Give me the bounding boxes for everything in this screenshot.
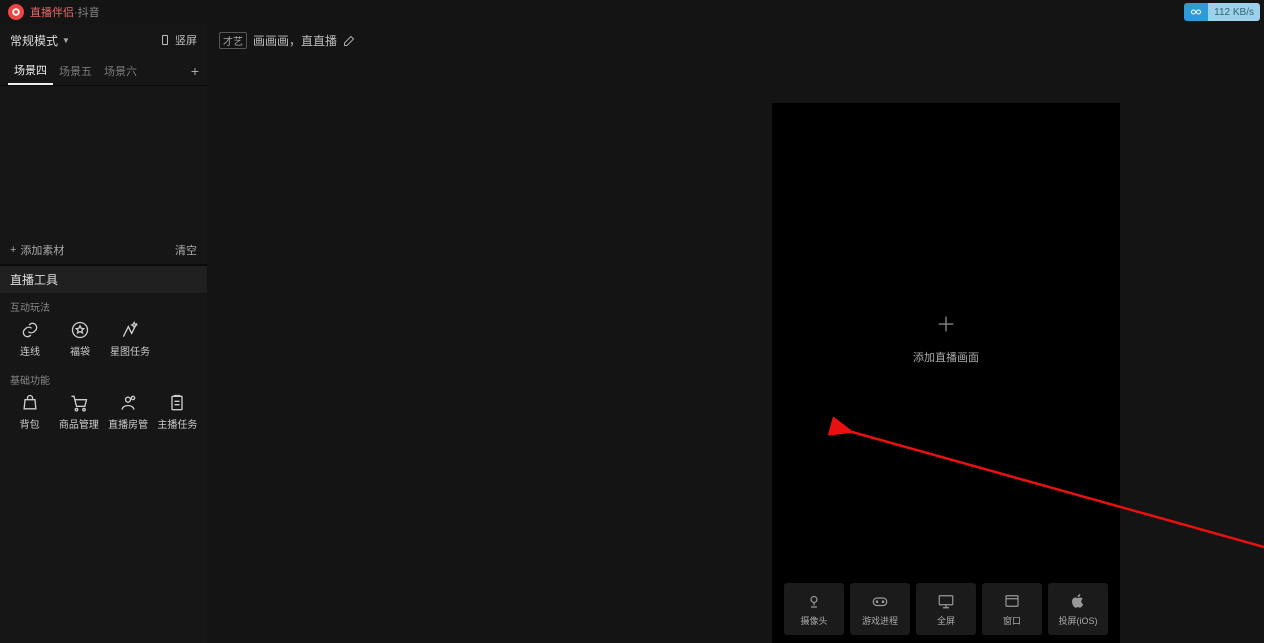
sparkle-icon <box>120 320 140 340</box>
mode-label: 常规模式 <box>10 32 58 49</box>
add-canvas-label: 添加直播画面 <box>913 349 979 365</box>
source-label: 窗口 <box>1003 614 1021 627</box>
tool-label: 主播任务 <box>157 416 197 431</box>
source-fullscreen[interactable]: 全屏 <box>916 583 976 635</box>
add-source-label: 添加素材 <box>20 242 64 258</box>
cart-icon <box>69 393 89 413</box>
source-label: 摄像头 <box>800 614 827 627</box>
bag-icon <box>20 393 40 413</box>
source-window[interactable]: 窗口 <box>982 583 1042 635</box>
plus-icon: + <box>10 244 16 256</box>
edit-title-button[interactable] <box>343 35 355 47</box>
clipboard-icon <box>167 393 187 413</box>
pencil-icon <box>343 35 355 47</box>
network-status-badge[interactable]: 112 KB/s <box>1184 3 1260 21</box>
tool-label: 星图任务 <box>110 343 150 358</box>
tool-label: 商品管理 <box>59 416 99 431</box>
portrait-icon <box>159 34 171 46</box>
scene-sources-list <box>0 86 207 236</box>
tool-fudai[interactable]: 福袋 <box>56 316 104 362</box>
scene-tabs: 场景四 场景五 场景六 + <box>0 56 207 86</box>
gamepad-icon <box>871 592 889 610</box>
star-circle-icon <box>70 320 90 340</box>
app-title: 直播伴侣 <box>30 4 74 20</box>
tool-products[interactable]: 商品管理 <box>55 389 102 435</box>
content-area: 才艺 画画画，直直播 添加直播画面 摄像头 游戏进程 <box>207 24 1264 643</box>
section-interactive-label: 互动玩法 <box>0 293 207 316</box>
orientation-toggle[interactable]: 竖屏 <box>159 32 197 48</box>
chevron-down-icon: ▼ <box>62 36 70 45</box>
scene-tab-4[interactable]: 场景四 <box>8 56 53 85</box>
tool-label: 背包 <box>20 416 40 431</box>
stream-title: 画画画，直直播 <box>253 32 337 49</box>
tool-backpack[interactable]: 背包 <box>6 389 53 435</box>
add-canvas-button[interactable]: 添加直播画面 <box>772 103 1120 575</box>
tool-lianmai[interactable]: 连线 <box>6 316 54 362</box>
tool-xingtu[interactable]: 星图任务 <box>106 316 154 362</box>
source-buttons-row: 摄像头 游戏进程 全屏 窗口 投屏(iOS) <box>772 575 1120 643</box>
network-icon <box>1184 3 1208 21</box>
tools-header: 直播工具 <box>0 266 207 293</box>
interactive-tools-row: 连线 福袋 星图任务 <box>0 316 207 366</box>
category-badge[interactable]: 才艺 <box>219 32 247 49</box>
tool-label: 连线 <box>20 343 40 358</box>
apple-icon <box>1069 592 1087 610</box>
plus-icon <box>935 313 957 335</box>
content-header: 才艺 画画画，直直播 <box>207 24 1264 57</box>
orientation-label: 竖屏 <box>175 32 197 48</box>
tool-label: 福袋 <box>70 343 90 358</box>
app-title-suffix: ·抖音 <box>74 4 100 20</box>
add-source-button[interactable]: + 添加素材 <box>10 242 64 258</box>
source-label: 全屏 <box>937 614 955 627</box>
clear-sources-button[interactable]: 清空 <box>175 242 197 258</box>
section-basic-label: 基础功能 <box>0 366 207 389</box>
window-icon <box>1003 592 1021 610</box>
source-game[interactable]: 游戏进程 <box>850 583 910 635</box>
scene-tab-5[interactable]: 场景五 <box>53 56 98 85</box>
monitor-icon <box>937 592 955 610</box>
person-gear-icon <box>118 393 138 413</box>
source-label: 游戏进程 <box>862 614 898 627</box>
source-label: 投屏(iOS) <box>1059 614 1098 627</box>
tool-host-task[interactable]: 主播任务 <box>154 389 201 435</box>
scene-tab-6[interactable]: 场景六 <box>98 56 143 85</box>
mode-selector[interactable]: 常规模式 ▼ <box>10 32 70 49</box>
app-logo-icon <box>8 4 24 20</box>
link-icon <box>20 320 40 340</box>
camera-icon <box>805 592 823 610</box>
basic-tools-row: 背包 商品管理 直播房管 主播任务 <box>0 389 207 439</box>
title-bar: 直播伴侣 ·抖音 112 KB/s <box>0 0 1264 24</box>
source-ios-cast[interactable]: 投屏(iOS) <box>1048 583 1108 635</box>
network-speed-text: 112 KB/s <box>1208 3 1260 21</box>
tool-room-admin[interactable]: 直播房管 <box>105 389 152 435</box>
add-scene-button[interactable]: + <box>191 63 199 79</box>
sidebar: 常规模式 ▼ 竖屏 场景四 场景五 场景六 + + 添加素材 清空 直播工具 互… <box>0 24 207 643</box>
preview-canvas: 添加直播画面 摄像头 游戏进程 全屏 窗口 <box>772 103 1120 643</box>
source-camera[interactable]: 摄像头 <box>784 583 844 635</box>
tool-label: 直播房管 <box>108 416 148 431</box>
